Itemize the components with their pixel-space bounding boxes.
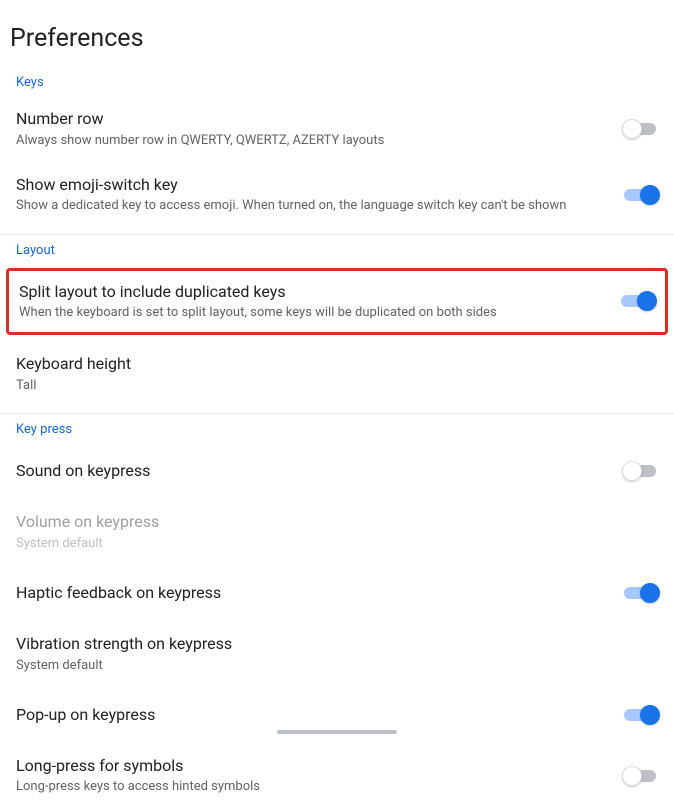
pref-title: Volume on keypress [16, 511, 642, 533]
pref-volume: Volume on keypress System default [0, 499, 674, 565]
pref-title: Haptic feedback on keypress [16, 582, 608, 604]
pref-title: Number row [16, 108, 608, 130]
section-header-keys: Keys [0, 71, 674, 96]
toggle-split-layout[interactable] [621, 294, 655, 308]
toggle-popup[interactable] [624, 708, 658, 722]
pref-title: Keyboard height [16, 353, 642, 375]
pref-sub: System default [16, 535, 642, 553]
pref-vibration[interactable]: Vibration strength on keypress System de… [0, 621, 674, 687]
toggle-number-row[interactable] [624, 122, 658, 136]
scroll-indicator [277, 730, 397, 734]
pref-title: Sound on keypress [16, 460, 608, 482]
pref-popup[interactable]: Pop-up on keypress [0, 687, 674, 743]
pref-title: Show emoji-switch key [16, 174, 608, 196]
toggle-emoji-switch[interactable] [624, 188, 658, 202]
pref-sub: Long-press keys to access hinted symbols [16, 778, 608, 796]
pref-haptic[interactable]: Haptic feedback on keypress [0, 565, 674, 621]
pref-sub: System default [16, 657, 642, 675]
pref-title: Long-press for symbols [16, 755, 608, 777]
pref-longpress[interactable]: Long-press for symbols Long-press keys t… [0, 743, 674, 808]
pref-title: Vibration strength on keypress [16, 633, 642, 655]
pref-title: Pop-up on keypress [16, 704, 608, 726]
pref-number-row[interactable]: Number row Always show number row in QWE… [0, 96, 674, 162]
page-title: Preferences [0, 0, 674, 71]
pref-sub: Always show number row in QWERTY, QWERTZ… [16, 132, 608, 150]
pref-split-layout[interactable]: Split layout to include duplicated keys … [9, 271, 665, 333]
pref-keyboard-height[interactable]: Keyboard height Tall [0, 341, 674, 407]
section-header-keypress: Key press [0, 418, 674, 443]
pref-sub: When the keyboard is set to split layout… [19, 304, 605, 322]
toggle-haptic[interactable] [624, 586, 658, 600]
pref-title: Split layout to include duplicated keys [19, 281, 605, 303]
divider [0, 234, 674, 235]
pref-sub: Show a dedicated key to access emoji. Wh… [16, 197, 608, 215]
toggle-sound[interactable] [624, 464, 658, 478]
section-header-layout: Layout [0, 239, 674, 264]
highlight-split-layout: Split layout to include duplicated keys … [6, 268, 668, 336]
pref-sub: Tall [16, 377, 642, 395]
pref-emoji-switch[interactable]: Show emoji-switch key Show a dedicated k… [0, 162, 674, 228]
divider [0, 413, 674, 414]
pref-sound[interactable]: Sound on keypress [0, 443, 674, 499]
toggle-longpress[interactable] [624, 769, 658, 783]
